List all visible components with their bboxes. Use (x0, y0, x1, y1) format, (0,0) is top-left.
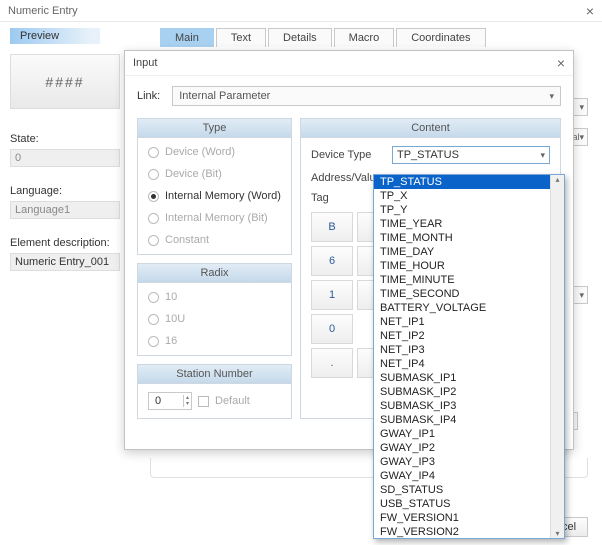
tab-macro[interactable]: Macro (334, 28, 395, 47)
dropdown-item[interactable]: NET_IP4 (374, 357, 550, 371)
scroll-down-icon[interactable]: ▾ (551, 529, 564, 538)
preview-label: Preview (10, 28, 100, 44)
dropdown-item[interactable]: NET_IP2 (374, 329, 550, 343)
content-head: Content (301, 119, 560, 138)
dropdown-item[interactable]: GWAY_IP3 (374, 455, 550, 469)
radix-panel: Radix 10 10U 16 (137, 263, 292, 356)
dropdown-item[interactable]: SUBMASK_IP2 (374, 385, 550, 399)
dropdown-item[interactable]: GWAY_IP4 (374, 469, 550, 483)
modal-title: Input (133, 57, 157, 69)
tab-details[interactable]: Details (268, 28, 332, 47)
station-panel: Station Number 0 ▴▾ Default (137, 364, 292, 419)
radio-constant: Constant (148, 234, 281, 246)
key-6[interactable]: 6 (311, 246, 353, 276)
dropdown-item[interactable]: TIME_YEAR (374, 217, 550, 231)
dropdown-item[interactable]: TIME_SECOND (374, 287, 550, 301)
chevron-down-icon: ▾ (540, 150, 545, 161)
dropdown-item[interactable]: NET_IP3 (374, 343, 550, 357)
radio-memory-bit: Internal Memory (Bit) (148, 212, 281, 224)
dropdown-item[interactable]: BATTERY_VOLTAGE (374, 301, 550, 315)
radio-memory-word[interactable]: Internal Memory (Word) (148, 190, 281, 202)
radix-head: Radix (138, 264, 291, 283)
station-value: 0 (155, 395, 161, 407)
default-checkbox[interactable] (198, 396, 209, 407)
device-type-select[interactable]: TP_STATUS ▾ (392, 146, 550, 164)
close-icon[interactable]: × (586, 3, 594, 19)
link-select[interactable]: Internal Parameter ▾ (172, 86, 561, 106)
scroll-up-icon[interactable]: ▴ (551, 175, 564, 184)
state-value[interactable]: 0 (10, 149, 120, 167)
window-title: Numeric Entry (8, 5, 78, 17)
dropdown-item[interactable]: SUBMASK_IP1 (374, 371, 550, 385)
description-value[interactable]: Numeric Entry_001 (10, 253, 120, 271)
type-head: Type (138, 119, 291, 138)
language-value[interactable]: Language1 (10, 201, 120, 219)
description-label: Element description: (10, 237, 130, 249)
device-type-value: TP_STATUS (397, 149, 459, 161)
preview-box: #### (10, 54, 120, 109)
state-label: State: (10, 133, 130, 145)
dropdown-item[interactable]: TIME_DAY (374, 245, 550, 259)
dropdown-item[interactable]: SUBMASK_IP3 (374, 399, 550, 413)
window-titlebar: Numeric Entry × (0, 0, 602, 22)
radio-device-word: Device (Word) (148, 146, 281, 158)
modal-close-icon[interactable]: × (557, 55, 565, 71)
radio-16: 16 (148, 335, 281, 347)
scrollbar[interactable]: ▴ ▾ (550, 175, 564, 538)
dropdown-item[interactable]: TP_X (374, 189, 550, 203)
link-value: Internal Parameter (179, 90, 270, 102)
default-label: Default (215, 395, 250, 407)
dropdown-item[interactable]: GWAY_IP2 (374, 441, 550, 455)
station-head: Station Number (138, 365, 291, 384)
dropdown-item[interactable]: TIME_MONTH (374, 231, 550, 245)
key-dot[interactable]: . (311, 348, 353, 378)
type-panel: Type Device (Word) Device (Bit) Internal… (137, 118, 292, 255)
radio-10: 10 (148, 291, 281, 303)
dropdown-item[interactable]: TIME_MINUTE (374, 273, 550, 287)
tab-text[interactable]: Text (216, 28, 266, 47)
chevron-down-icon: ▾ (579, 102, 584, 113)
key-0[interactable]: 0 (311, 314, 353, 344)
dropdown-item[interactable]: TIME_HOUR (374, 259, 550, 273)
dropdown-item[interactable]: GWAY_IP1 (374, 427, 550, 441)
dropdown-item[interactable]: FW_VERSION2 (374, 525, 550, 538)
tab-bar: Main Text Details Macro Coordinates (160, 28, 592, 47)
key-1[interactable]: 1 (311, 280, 353, 310)
station-spinner[interactable]: 0 ▴▾ (148, 392, 192, 410)
device-type-dropdown[interactable]: TP_STATUSTP_XTP_YTIME_YEARTIME_MONTHTIME… (373, 174, 565, 539)
chevron-down-icon: ▾ (579, 132, 584, 143)
dropdown-item[interactable]: USB_STATUS (374, 497, 550, 511)
radio-10u: 10U (148, 313, 281, 325)
preview-hash: #### (45, 74, 84, 90)
tab-main[interactable]: Main (160, 28, 214, 47)
chevron-down-icon: ▾ (579, 290, 584, 301)
dropdown-item[interactable]: SUBMASK_IP4 (374, 413, 550, 427)
key-b[interactable]: B (311, 212, 353, 242)
radio-device-bit: Device (Bit) (148, 168, 281, 180)
dropdown-item[interactable]: TP_Y (374, 203, 550, 217)
dropdown-item[interactable]: SD_STATUS (374, 483, 550, 497)
dropdown-item[interactable]: TP_STATUS (374, 175, 550, 189)
device-type-label: Device Type (311, 149, 386, 161)
dropdown-item[interactable]: FW_VERSION1 (374, 511, 550, 525)
link-label: Link: (137, 90, 160, 102)
dropdown-item[interactable]: NET_IP1 (374, 315, 550, 329)
chevron-down-icon: ▾ (549, 91, 554, 102)
modal-titlebar: Input × (125, 51, 573, 76)
language-label: Language: (10, 185, 130, 197)
spin-down-icon[interactable]: ▾ (183, 401, 191, 407)
tab-coordinates[interactable]: Coordinates (396, 28, 485, 47)
